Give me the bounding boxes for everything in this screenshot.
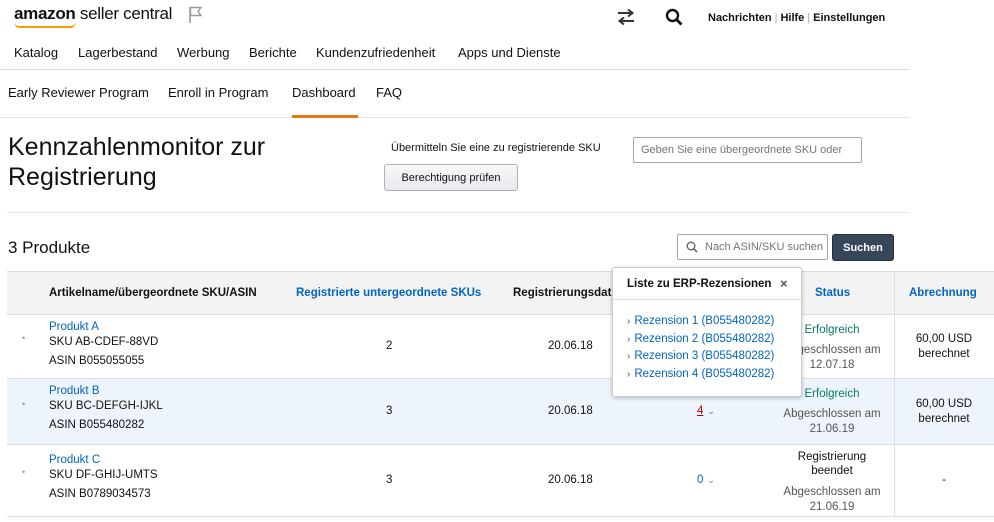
chevron-right-icon: › xyxy=(627,316,631,327)
seller-central-logo[interactable]: amazon seller central xyxy=(14,4,172,28)
status-detail: Abgeschlossen am 21.06.19 xyxy=(783,408,881,435)
nav-werbung[interactable]: Werbung xyxy=(177,45,230,60)
product-name-link[interactable]: Produkt A xyxy=(49,321,158,333)
review-link[interactable]: › Rezension 4 (B055480282) xyxy=(627,366,774,384)
product-asin: ASIN B0789034573 xyxy=(49,488,151,500)
nav-apps-und-dienste[interactable]: Apps und Dienste xyxy=(458,45,561,60)
chevron-down-icon: ⌄ xyxy=(707,406,715,416)
chevron-down-icon: ⌄ xyxy=(707,475,715,485)
col-header-product: Artikelname/übergeordnete SKU/ASIN xyxy=(49,287,257,299)
search-icon xyxy=(686,241,698,253)
search-button[interactable]: Suchen xyxy=(832,234,894,261)
popover-header: Liste zu ERP-Rezensionen × xyxy=(613,268,801,300)
status-detail: Abgeschlossen am 21.06.19 xyxy=(783,486,881,513)
top-bar: amazon seller central Nachrichten | Hilfe |… xyxy=(0,0,910,34)
erp-reviews-popover: Liste zu ERP-Rezensionen × › Rezension 1 … xyxy=(612,267,802,397)
col-header-child-skus[interactable]: Registrierte untergeordnete SKUs xyxy=(296,287,481,299)
registration-date: 20.06.18 xyxy=(548,405,593,417)
column-divider xyxy=(894,271,895,517)
tab-faq[interactable]: FAQ xyxy=(376,85,402,100)
sub-nav: Early Reviewer Program Enroll in Program… xyxy=(0,70,910,118)
tab-dashboard[interactable]: Dashboard xyxy=(292,85,356,100)
chevron-right-icon: › xyxy=(627,333,631,345)
review-link[interactable]: › Rezension 2 (B055480282) xyxy=(627,331,774,349)
child-sku-count: 3 xyxy=(386,474,393,486)
nav-kundenzufriedenheit[interactable]: Kundenzufriedenheit xyxy=(316,45,435,60)
close-icon[interactable]: × xyxy=(780,276,788,291)
active-tab-indicator xyxy=(292,115,358,118)
registration-date: 20.06.18 xyxy=(548,474,593,486)
page-title: Kennzahlenmonitor zur Registrierung xyxy=(8,133,266,191)
erp-reviews-dropdown[interactable]: 0 ⌄ xyxy=(697,474,715,486)
row-bullet: • xyxy=(22,333,26,343)
product-asin: ASIN B055480282 xyxy=(49,419,145,431)
row-bullet: • xyxy=(22,467,26,477)
col-header-status[interactable]: Status xyxy=(815,287,850,299)
review-link[interactable]: › Rezension 1 (B055480282) xyxy=(627,313,774,331)
product-sku: SKU AB-CDEF-88VD xyxy=(49,336,159,348)
review-link[interactable]: › Rezension 3 (B055480282) xyxy=(627,348,774,366)
header-links: Nachrichten | Hilfe | Einstellungen xyxy=(708,12,886,24)
col-header-billing[interactable]: Abrechnung xyxy=(909,287,977,299)
billing-text: 60,00 USD berechnet xyxy=(915,333,973,360)
erp-reviews-dropdown[interactable]: 4 ⌄ xyxy=(697,405,715,417)
link-nachrichten[interactable]: Nachrichten xyxy=(708,12,772,24)
check-eligibility-button[interactable]: Berechtigung prüfen xyxy=(384,164,518,191)
child-sku-count: 3 xyxy=(386,405,393,417)
main-nav: Katalog Lagerbestand Werbung Berichte Ku… xyxy=(0,34,910,70)
nav-katalog[interactable]: Katalog xyxy=(14,45,58,60)
popover-title: Liste zu ERP-Rezensionen xyxy=(627,278,772,290)
product-search-box xyxy=(677,234,828,260)
search-icon[interactable] xyxy=(665,8,683,26)
nav-berichte[interactable]: Berichte xyxy=(249,45,297,60)
status-text: Registrierung beendet xyxy=(797,451,867,477)
tab-enroll-in-program[interactable]: Enroll in Program xyxy=(168,85,268,100)
table-row[interactable]: • Produkt B SKU BC-DEFGH-IJKL ASIN B0554… xyxy=(7,379,994,445)
product-name-link[interactable]: Produkt C xyxy=(49,454,158,466)
nav-lagerbestand[interactable]: Lagerbestand xyxy=(78,45,158,60)
chevron-right-icon: › xyxy=(627,368,631,380)
table-row[interactable]: • Produkt A SKU AB-CDEF-88VD ASIN B05505… xyxy=(7,315,994,379)
child-sku-count: 2 xyxy=(386,340,393,352)
product-search-input[interactable] xyxy=(705,238,825,256)
product-name-link[interactable]: Produkt B xyxy=(49,385,163,397)
table-header: Artikelname/übergeordnete SKU/ASIN Regis… xyxy=(7,271,994,315)
link-einstellungen[interactable]: Einstellungen xyxy=(813,12,885,24)
sku-label: Übermitteln Sie eine zu registrierende S… xyxy=(391,142,601,154)
sku-input[interactable] xyxy=(633,137,862,163)
divider xyxy=(7,212,909,213)
billing-text: - xyxy=(942,474,946,486)
product-sku: SKU DF-GHIJ-UMTS xyxy=(49,469,158,481)
swap-icon[interactable] xyxy=(616,9,636,25)
link-hilfe[interactable]: Hilfe xyxy=(780,12,804,24)
table-row[interactable]: • Produkt C SKU DF-GHIJ-UMTS ASIN B07890… xyxy=(7,445,994,517)
row-bullet: • xyxy=(22,399,26,409)
chevron-right-icon: › xyxy=(627,351,631,363)
product-asin: ASIN B055055055 xyxy=(49,355,145,367)
product-count: 3 Produkte xyxy=(8,238,91,257)
popover-link-list: › Rezension 1 (B055480282) › Rezension 2 (… xyxy=(627,313,774,383)
flag-icon[interactable] xyxy=(188,6,204,24)
product-sku: SKU BC-DEFGH-IJKL xyxy=(49,400,163,412)
billing-text: 60,00 USD berechnet xyxy=(915,398,973,425)
registration-date: 20.06.18 xyxy=(548,340,593,352)
tab-early-reviewer-program[interactable]: Early Reviewer Program xyxy=(8,85,149,100)
products-table: Artikelname/übergeordnete SKU/ASIN Regis… xyxy=(7,271,994,517)
